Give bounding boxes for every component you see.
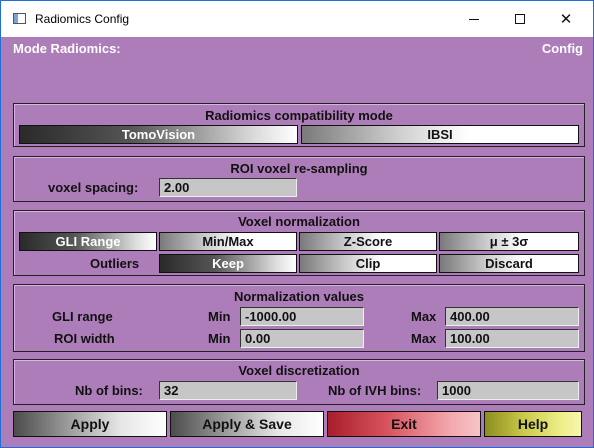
mode-label: Mode Radiomics: xyxy=(13,41,121,56)
outliers-discard-button[interactable]: Discard xyxy=(439,254,579,273)
gli-max-input[interactable]: 400.00 xyxy=(445,307,579,326)
mu-3sigma-button[interactable]: μ ± 3σ xyxy=(439,232,579,251)
minimize-button[interactable] xyxy=(451,1,497,37)
roi-width-row-label: ROI width xyxy=(54,331,115,346)
voxel-normalization-group: Voxel normalization GLI Range Min/Max Z-… xyxy=(13,210,585,276)
close-button[interactable]: ✕ xyxy=(543,1,589,37)
close-icon: ✕ xyxy=(559,11,573,28)
ibsi-mode-button[interactable]: IBSI xyxy=(301,125,579,144)
outliers-clip-button[interactable]: Clip xyxy=(299,254,437,273)
minimize-icon xyxy=(469,18,479,20)
resampling-title: ROI voxel re-sampling xyxy=(230,161,368,176)
gli-min-label: Min xyxy=(208,309,231,324)
gli-min-input[interactable]: -1000.00 xyxy=(240,307,364,326)
outliers-keep-button[interactable]: Keep xyxy=(159,254,297,273)
roi-max-label: Max xyxy=(411,331,437,346)
normalization-values-group: Normalization values GLI range Min -1000… xyxy=(13,284,585,352)
gli-range-row-label: GLI range xyxy=(52,309,113,324)
nb-bins-label: Nb of bins: xyxy=(75,383,143,398)
gli-range-button[interactable]: GLI Range xyxy=(19,232,157,251)
normalization-values-title: Normalization values xyxy=(233,289,365,304)
window-title: Radiomics Config xyxy=(35,12,130,26)
outliers-label: Outliers xyxy=(90,256,140,271)
title-bar: Radiomics Config ✕ xyxy=(1,1,593,37)
voxel-spacing-label: voxel spacing: xyxy=(48,180,139,195)
voxel-spacing-input[interactable]: 2.00 xyxy=(159,178,297,197)
dialog-body: Mode Radiomics: Config Radiomics compati… xyxy=(5,37,589,441)
roi-min-input[interactable]: 0.00 xyxy=(240,329,364,348)
z-score-button[interactable]: Z-Score xyxy=(299,232,437,251)
compatibility-mode-group: Radiomics compatibility mode TomoVision … xyxy=(13,103,585,147)
radiomics-config-window: Radiomics Config ✕ Mode Radiomics: Confi… xyxy=(0,0,594,448)
apply-button[interactable]: Apply xyxy=(13,411,167,437)
nb-ivh-bins-label: Nb of IVH bins: xyxy=(328,383,422,398)
compatibility-mode-title: Radiomics compatibility mode xyxy=(205,108,393,123)
config-label: Config xyxy=(541,41,583,56)
voxel-discretization-title: Voxel discretization xyxy=(238,363,360,378)
roi-max-input[interactable]: 100.00 xyxy=(445,329,579,348)
maximize-button[interactable] xyxy=(497,1,543,37)
app-window-icon xyxy=(13,13,26,24)
gli-max-label: Max xyxy=(411,309,437,324)
voxel-normalization-title: Voxel normalization xyxy=(238,214,360,229)
help-button[interactable]: Help xyxy=(484,411,582,437)
roi-min-label: Min xyxy=(208,331,231,346)
exit-button[interactable]: Exit xyxy=(327,411,481,437)
resampling-group: ROI voxel re-sampling voxel spacing: 2.0… xyxy=(13,156,585,202)
apply-and-save-button[interactable]: Apply & Save xyxy=(170,411,324,437)
tomovision-mode-button[interactable]: TomoVision xyxy=(19,125,298,144)
nb-bins-input[interactable]: 32 xyxy=(159,381,297,400)
min-max-button[interactable]: Min/Max xyxy=(159,232,297,251)
maximize-icon xyxy=(515,14,525,24)
nb-ivh-bins-input[interactable]: 1000 xyxy=(437,381,579,400)
voxel-discretization-group: Voxel discretization Nb of bins: 32 Nb o… xyxy=(13,359,585,405)
